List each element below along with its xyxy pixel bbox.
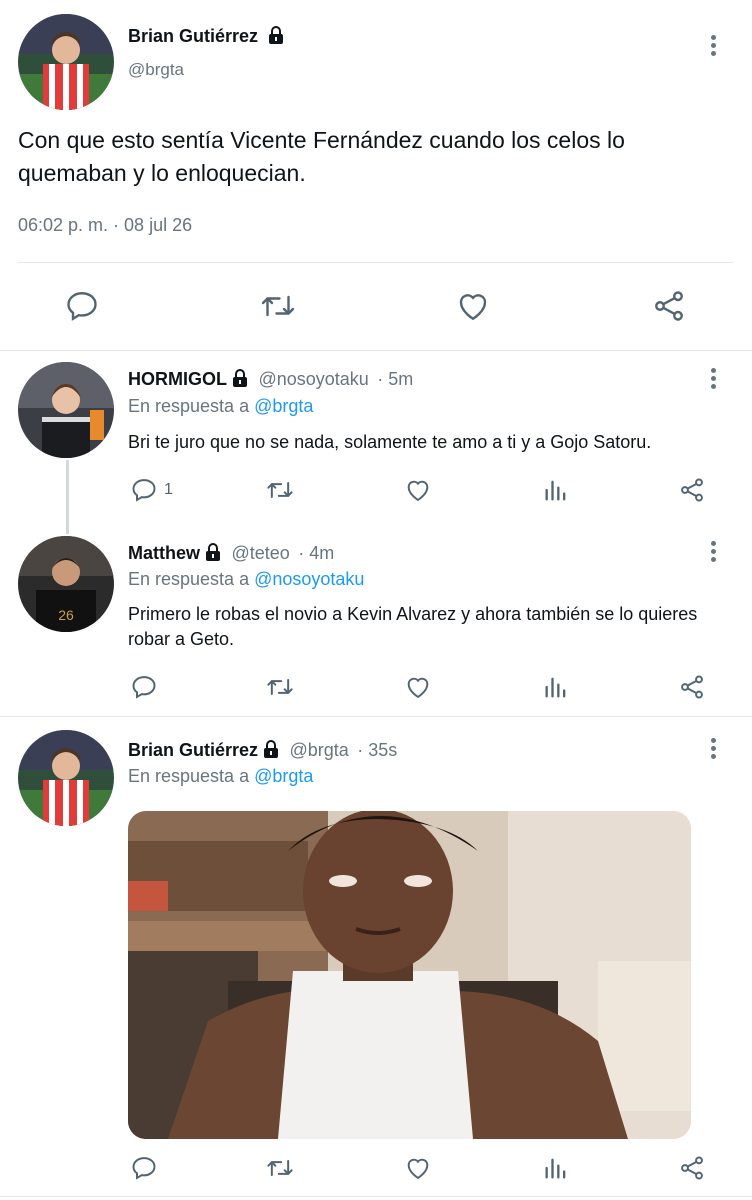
reply-context-label: En respuesta a: [128, 569, 255, 589]
reply-count: 1: [164, 481, 173, 498]
like-icon[interactable]: [455, 288, 491, 324]
lock-icon: [233, 369, 247, 387]
reply-context: En respuesta a @nosoyotaku: [128, 569, 364, 590]
reply-context-label: En respuesta a: [128, 766, 255, 786]
reply-context: En respuesta a @brgta: [128, 766, 313, 787]
retweet-icon[interactable]: [264, 673, 296, 701]
author-handle[interactable]: @nosoyotaku: [258, 369, 368, 389]
reply-header: Matthew @teteo · 4m: [128, 543, 334, 564]
retweet-icon[interactable]: [258, 288, 298, 324]
lock-icon: [268, 26, 283, 44]
like-icon[interactable]: [404, 476, 432, 504]
divider: [0, 716, 752, 717]
reply-icon[interactable]: [130, 1154, 158, 1182]
avatar[interactable]: [18, 362, 114, 458]
more-options-icon[interactable]: [701, 363, 725, 393]
divider: [0, 350, 752, 351]
lock-icon: [264, 740, 279, 758]
share-icon[interactable]: [678, 1154, 706, 1182]
mention-link[interactable]: @brgta: [254, 766, 313, 786]
like-icon[interactable]: [404, 673, 432, 701]
retweet-icon[interactable]: [264, 1154, 296, 1182]
thread-line: [66, 460, 69, 534]
author-handle[interactable]: @brgta: [128, 60, 184, 80]
share-icon[interactable]: [651, 288, 687, 324]
reply-text: Primero le robas el novio a Kevin Alvare…: [128, 604, 698, 649]
more-options-icon[interactable]: [701, 30, 725, 60]
divider: [18, 262, 733, 263]
divider: [0, 1196, 752, 1197]
tweet-timestamp[interactable]: 06:02 p. m. · 08 jul 26: [18, 215, 192, 236]
reply-time[interactable]: · 5m: [377, 369, 413, 389]
avatar[interactable]: [18, 730, 114, 826]
mention-link[interactable]: @nosoyotaku: [254, 569, 364, 589]
author-name[interactable]: HORMIGOL: [128, 369, 227, 389]
author-row: Brian Gutiérrez: [128, 26, 284, 47]
reply-header: HORMIGOL @nosoyotaku · 5m: [128, 369, 413, 390]
lock-icon: [206, 543, 220, 561]
author-name[interactable]: Matthew: [128, 543, 200, 563]
views-icon[interactable]: [542, 476, 570, 504]
more-options-icon[interactable]: [701, 733, 725, 763]
reply-time[interactable]: · 35s: [357, 740, 397, 760]
reply-header: Brian Gutiérrez @brgta · 35s: [128, 740, 397, 761]
author-name[interactable]: Brian Gutiérrez: [128, 740, 258, 760]
avatar[interactable]: [18, 14, 114, 110]
share-icon[interactable]: [678, 476, 706, 504]
like-icon[interactable]: [404, 1154, 432, 1182]
reply-time[interactable]: · 4m: [298, 543, 334, 563]
reply-icon[interactable]: 1: [130, 476, 173, 504]
reply-text: Bri te juro que no se nada, solamente te…: [128, 432, 652, 452]
more-options-icon[interactable]: [701, 536, 725, 566]
views-icon[interactable]: [542, 673, 570, 701]
mention-link[interactable]: @brgta: [254, 396, 313, 416]
avatar[interactable]: 26: [18, 536, 114, 632]
retweet-icon[interactable]: [264, 476, 296, 504]
author-handle[interactable]: @brgta: [290, 740, 349, 760]
share-icon[interactable]: [678, 673, 706, 701]
reply-context-label: En respuesta a: [128, 396, 255, 416]
views-icon[interactable]: [542, 1154, 570, 1182]
svg-text:26: 26: [58, 607, 74, 623]
reply-icon[interactable]: [64, 288, 100, 324]
author-name[interactable]: Brian Gutiérrez: [128, 26, 258, 46]
reply-icon[interactable]: [130, 673, 158, 701]
reply-context: En respuesta a @brgta: [128, 396, 313, 417]
attached-photo[interactable]: [128, 811, 691, 1139]
tweet-text: Con que esto sentía Vicente Fernández cu…: [18, 127, 625, 186]
author-handle[interactable]: @teteo: [231, 543, 289, 563]
